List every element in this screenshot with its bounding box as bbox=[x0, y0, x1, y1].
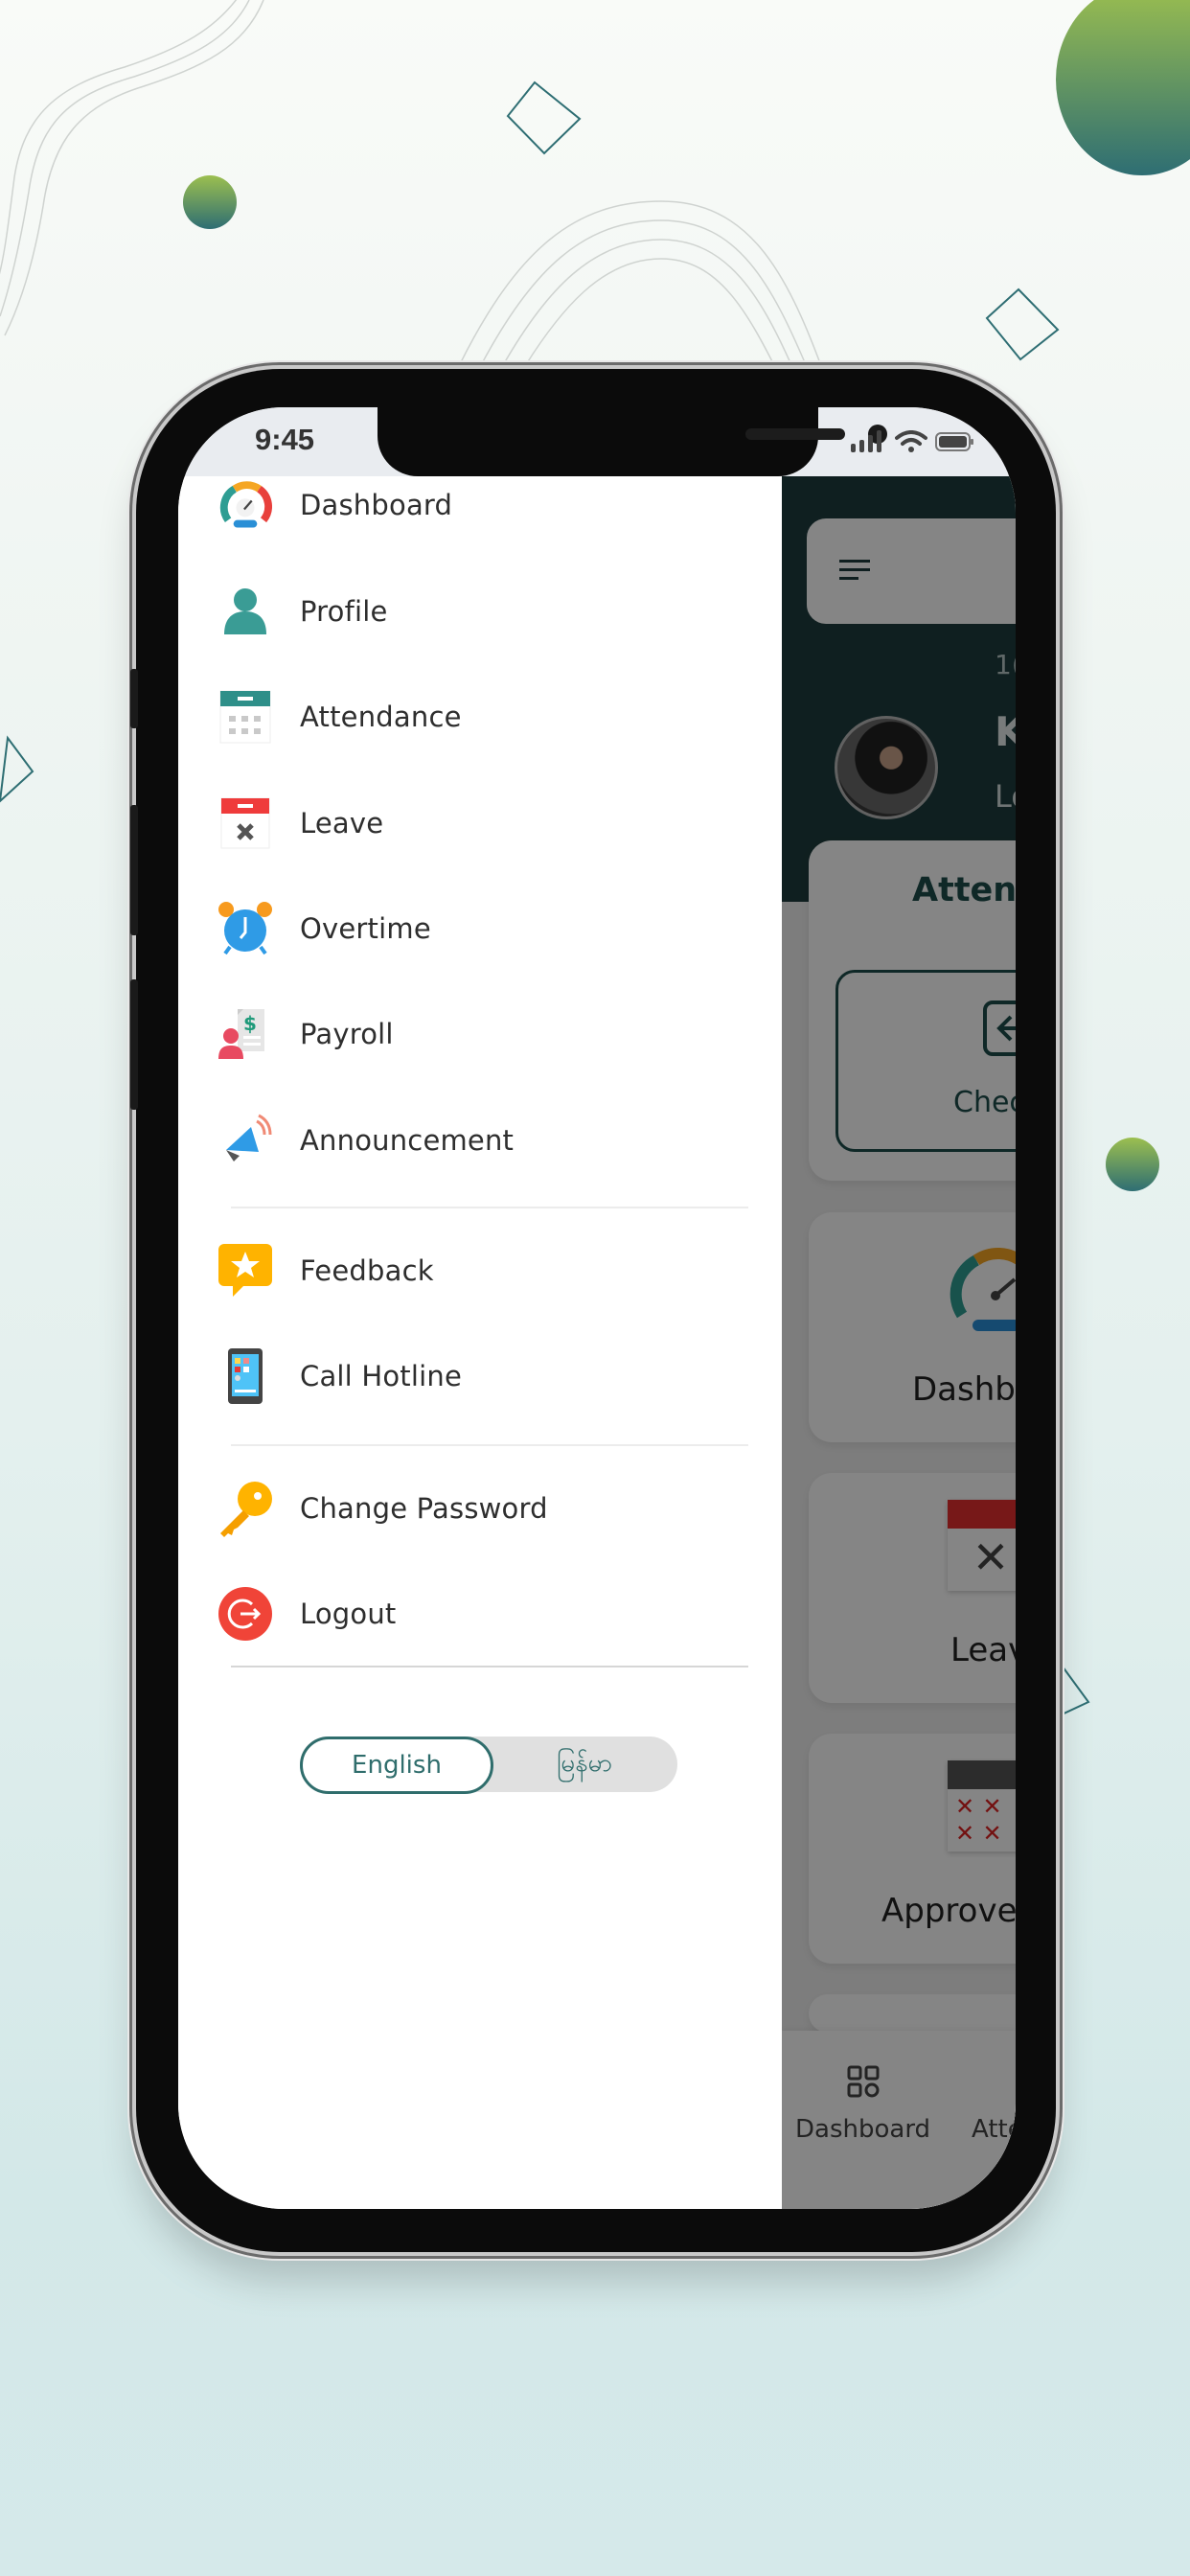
gradient-circle bbox=[1106, 1138, 1159, 1191]
calendar-cancel-icon bbox=[217, 794, 274, 852]
menu-label: Profile bbox=[300, 595, 388, 628]
menu-divider bbox=[231, 1207, 748, 1208]
menu-divider bbox=[231, 1444, 748, 1446]
menu-item-leave[interactable]: Leave bbox=[217, 790, 753, 857]
star-chat-icon bbox=[217, 1242, 274, 1300]
menu-item-announcement[interactable]: Announcement bbox=[217, 1107, 753, 1174]
gradient-circle bbox=[1056, 0, 1190, 175]
menu-label: Logout bbox=[300, 1598, 397, 1630]
language-option-english[interactable]: English bbox=[300, 1736, 493, 1794]
wavy-lines bbox=[0, 0, 264, 336]
speaker-grille bbox=[745, 428, 845, 440]
menu-item-call-hotline[interactable]: Call Hotline bbox=[217, 1343, 753, 1410]
menu-item-feedback[interactable]: Feedback bbox=[217, 1237, 753, 1304]
phone-side-button bbox=[130, 979, 138, 1110]
svg-text:$: $ bbox=[243, 1012, 257, 1035]
logout-icon bbox=[217, 1585, 274, 1643]
menu-item-profile[interactable]: Profile bbox=[217, 578, 753, 645]
wifi-icon bbox=[895, 430, 927, 452]
menu-label: Overtime bbox=[300, 912, 431, 945]
speedometer-icon bbox=[217, 476, 274, 534]
megaphone-icon bbox=[217, 1112, 274, 1169]
language-option-myanmar[interactable]: မြန်မာ bbox=[492, 1736, 677, 1792]
notch bbox=[378, 407, 887, 476]
mobile-phone-icon bbox=[217, 1347, 274, 1405]
status-time: 9:45 bbox=[255, 423, 315, 456]
phone-screen: 9:45 1 K L Atten Che Dashb ✕ Lea ✕ ✕ ✕ ✕… bbox=[178, 407, 1016, 2209]
menu-label: Change Password bbox=[300, 1492, 548, 1525]
menu-label: Announcement bbox=[300, 1124, 515, 1157]
menu-item-attendance[interactable]: Attendance bbox=[217, 683, 753, 750]
menu-label: Payroll bbox=[300, 1018, 394, 1050]
battery-icon bbox=[935, 432, 973, 451]
language-toggle[interactable]: English မြန်မာ bbox=[300, 1736, 677, 1794]
menu-item-payroll[interactable]: $ Payroll bbox=[217, 1000, 753, 1068]
menu-label: Feedback bbox=[300, 1254, 434, 1287]
menu-item-overtime[interactable]: Overtime bbox=[217, 895, 753, 962]
menu-item-change-password[interactable]: Change Password bbox=[217, 1475, 753, 1542]
gradient-circle bbox=[183, 175, 237, 229]
menu-label: Call Hotline bbox=[300, 1360, 463, 1392]
menu-label: Leave bbox=[300, 807, 384, 840]
calendar-icon bbox=[217, 688, 274, 746]
key-icon bbox=[217, 1480, 274, 1537]
phone-side-button bbox=[130, 805, 138, 935]
menu-label: Dashboard bbox=[300, 489, 453, 521]
phone-side-button bbox=[130, 669, 138, 728]
main-screen[interactable]: 1( K Lo Attend Chec Das bbox=[782, 476, 1016, 2209]
menu-divider bbox=[231, 1666, 748, 1668]
drawer-scrim[interactable] bbox=[782, 476, 1016, 2209]
menu-item-dashboard[interactable]: Dashboard bbox=[217, 472, 753, 539]
payslip-icon: $ bbox=[217, 1005, 274, 1063]
user-icon bbox=[217, 583, 274, 640]
menu-label: Attendance bbox=[300, 701, 462, 733]
signal-icon bbox=[851, 430, 881, 452]
alarm-clock-icon bbox=[217, 900, 274, 957]
navigation-drawer: Dashboard Profile Attendance Leave Overt… bbox=[178, 476, 782, 2209]
arch-lines bbox=[459, 200, 825, 380]
status-bar: 9:45 bbox=[178, 407, 1016, 476]
menu-item-logout[interactable]: Logout bbox=[217, 1580, 753, 1647]
